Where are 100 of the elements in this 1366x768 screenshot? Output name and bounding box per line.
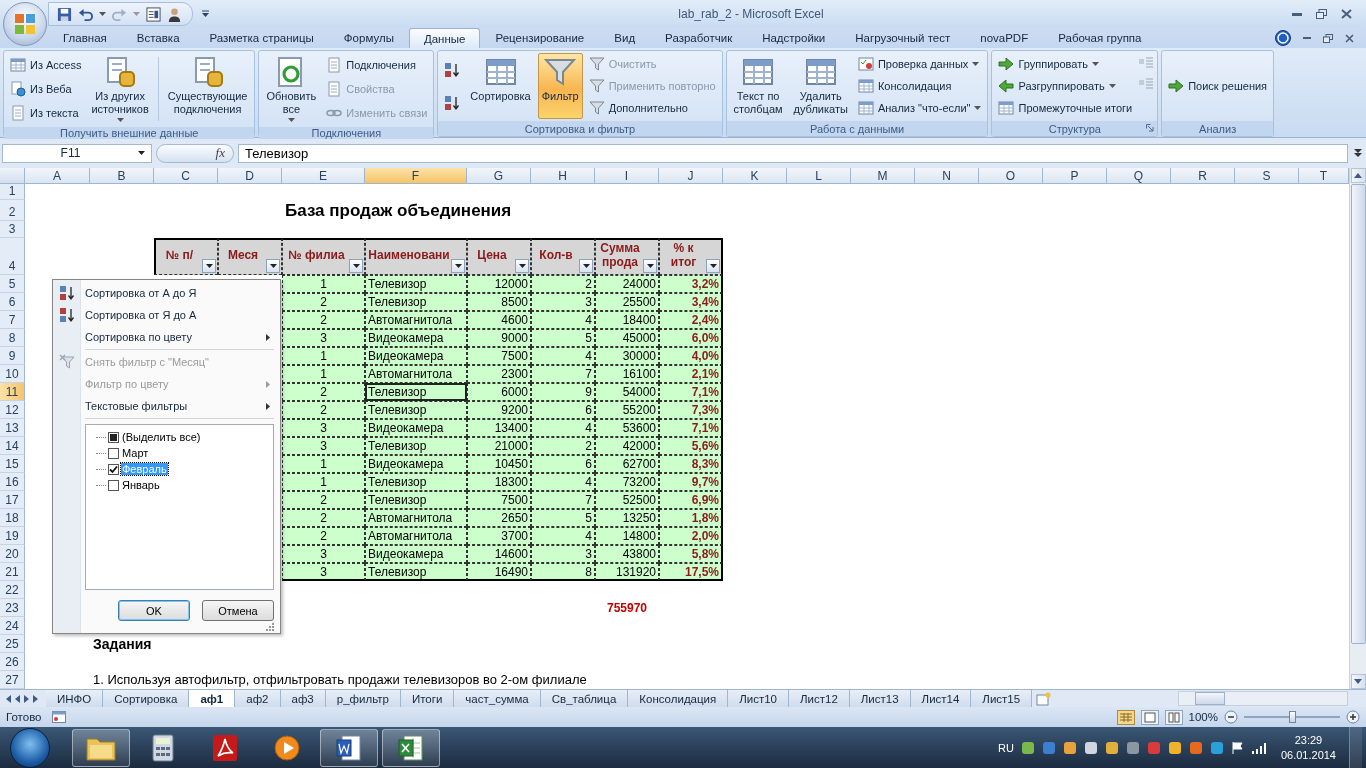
- form-icon[interactable]: [146, 6, 161, 22]
- ribbon-tab[interactable]: Формулы: [328, 27, 409, 48]
- checkbox[interactable]: [108, 431, 119, 443]
- ribbon-command[interactable]: Обновить все: [262, 53, 321, 125]
- row-header[interactable]: 20: [0, 545, 25, 563]
- resize-grip-icon[interactable]: [266, 623, 274, 631]
- row-header[interactable]: 4: [0, 238, 25, 275]
- sheet-tab[interactable]: част_сумма: [454, 690, 541, 707]
- row-header[interactable]: 8: [0, 329, 25, 347]
- down-arrow-icon[interactable]: [1354, 679, 1362, 684]
- filter-button[interactable]: [643, 259, 657, 273]
- close-icon[interactable]: [1341, 9, 1352, 19]
- customize-caret-icon[interactable]: [201, 10, 210, 18]
- ribbon-tab[interactable]: Разработчик: [650, 27, 748, 48]
- checkbox[interactable]: [108, 479, 119, 491]
- sheet-tab[interactable]: Лист12: [789, 690, 850, 707]
- ribbon-tab[interactable]: Нагрузочный тест: [840, 27, 966, 48]
- help-icon[interactable]: [1275, 30, 1291, 46]
- sheet-tab[interactable]: Консолидация: [628, 690, 729, 707]
- row-header[interactable]: 18: [0, 509, 25, 527]
- ribbon-tab[interactable]: Главная: [48, 27, 122, 48]
- ribbon-command[interactable]: Поиск решения: [1165, 76, 1271, 96]
- row-header[interactable]: 26: [0, 653, 25, 671]
- horizontal-scrollbar[interactable]: [1178, 691, 1348, 706]
- scroll-thumb[interactable]: [1350, 184, 1366, 644]
- taskbar-button[interactable]: [382, 728, 440, 767]
- checkbox[interactable]: [108, 447, 119, 459]
- row-header[interactable]: 1: [0, 184, 25, 200]
- tray-icon[interactable]: [1188, 740, 1203, 755]
- column-header[interactable]: J: [659, 168, 723, 184]
- clock[interactable]: 23:29 06.01.2014: [1274, 732, 1342, 763]
- person-icon[interactable]: [167, 6, 182, 22]
- normal-view-icon[interactable]: [1116, 709, 1135, 725]
- ribbon-tab[interactable]: novaPDF: [965, 27, 1044, 48]
- ribbon-tab[interactable]: Данные: [408, 28, 481, 48]
- name-box[interactable]: F11: [2, 143, 152, 163]
- ribbon-command[interactable]: Промежуточные итоги: [995, 98, 1136, 118]
- sheet-tab[interactable]: Лист14: [910, 690, 972, 707]
- ribbon-command[interactable]: Подключения: [323, 55, 431, 75]
- ribbon-command[interactable]: Из других источников: [87, 53, 153, 125]
- filter-value[interactable]: (Выделить все): [121, 431, 202, 443]
- ribbon-command[interactable]: Из текста: [7, 103, 85, 123]
- menu-item[interactable]: Текстовые фильтры: [85, 395, 274, 417]
- sheet-tab[interactable]: Лист13: [849, 690, 911, 707]
- sheet-tab[interactable]: ИНФО: [46, 690, 104, 707]
- filter-button[interactable]: [202, 259, 216, 273]
- ribbon-tab[interactable]: Рабочая группа: [1043, 27, 1157, 48]
- column-header[interactable]: E: [282, 168, 365, 184]
- column-header[interactable]: P: [1043, 168, 1107, 184]
- ribbon-command[interactable]: Существующие подключения: [163, 53, 252, 125]
- row-header[interactable]: 16: [0, 473, 25, 491]
- vertical-scrollbar[interactable]: [1349, 168, 1366, 689]
- page-break-icon[interactable]: [1164, 709, 1183, 725]
- row-header[interactable]: 7: [0, 311, 25, 329]
- scroll-thumb[interactable]: [1195, 692, 1225, 705]
- ribbon-command[interactable]: Группировать: [995, 54, 1136, 74]
- row-header[interactable]: 21: [0, 563, 25, 581]
- filter-button[interactable]: [349, 259, 363, 273]
- filter-button[interactable]: [706, 259, 720, 273]
- up-arrow-icon[interactable]: [1354, 173, 1362, 178]
- undo-icon[interactable]: [78, 6, 93, 22]
- ribbon-tab[interactable]: Вставка: [121, 27, 195, 48]
- ribbon-command[interactable]: Проверка данных: [854, 54, 985, 74]
- row-header[interactable]: 17: [0, 491, 25, 509]
- close-icon[interactable]: [1345, 33, 1354, 43]
- sheet-tab[interactable]: р_фильтр: [325, 690, 401, 707]
- sheet-tab[interactable]: аф1: [189, 690, 236, 707]
- macro-record-icon[interactable]: [51, 711, 66, 723]
- column-header[interactable]: Q: [1107, 168, 1171, 184]
- ribbon-tab[interactable]: Надстройки: [747, 27, 841, 48]
- row-header[interactable]: 11: [0, 383, 25, 401]
- row-header[interactable]: 19: [0, 527, 25, 545]
- taskbar-button[interactable]: [320, 728, 378, 767]
- row-header[interactable]: 25: [0, 635, 25, 653]
- tray-icon[interactable]: [1104, 740, 1119, 755]
- save-icon[interactable]: [57, 6, 72, 22]
- row-header[interactable]: 12: [0, 401, 25, 419]
- row-header[interactable]: 2: [0, 200, 25, 221]
- ribbon-command[interactable]: Из Веба: [7, 79, 85, 99]
- zoom-in-icon[interactable]: [1346, 710, 1360, 724]
- row-header[interactable]: 3: [0, 221, 25, 238]
- expand-caret-icon[interactable]: [1352, 147, 1364, 159]
- signal-bars-icon[interactable]: [1251, 741, 1268, 754]
- ribbon-command[interactable]: Консолидация: [854, 76, 985, 96]
- column-header[interactable]: D: [218, 168, 282, 184]
- tray-icon[interactable]: [1083, 740, 1098, 755]
- column-header[interactable]: A: [25, 168, 90, 184]
- ribbon-tab[interactable]: Рецензирование: [480, 27, 600, 48]
- filter-button[interactable]: [266, 259, 280, 273]
- column-header[interactable]: M: [851, 168, 915, 184]
- ribbon-command[interactable]: Фильтр: [537, 53, 583, 119]
- row-header[interactable]: 23: [0, 599, 25, 617]
- row-header[interactable]: 14: [0, 437, 25, 455]
- sheet-tab[interactable]: Сортировка: [103, 690, 190, 707]
- minimize-icon[interactable]: [1303, 36, 1311, 40]
- formula-field[interactable]: Телевизор: [238, 143, 1348, 163]
- column-header[interactable]: O: [979, 168, 1043, 184]
- ribbon-command[interactable]: Сортировка: [466, 53, 535, 119]
- filter-button[interactable]: [515, 259, 529, 273]
- zoom-slider[interactable]: [1244, 710, 1340, 724]
